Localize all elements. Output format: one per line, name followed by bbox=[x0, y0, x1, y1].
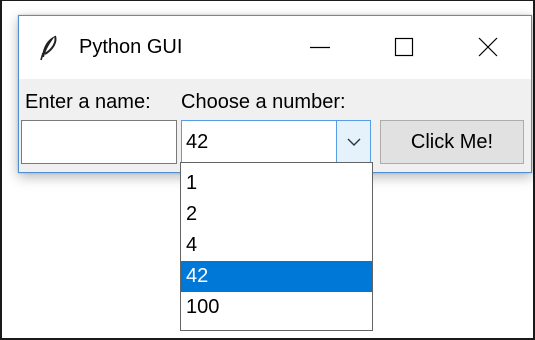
maximize-icon bbox=[394, 37, 414, 57]
dropdown-option[interactable]: 1 bbox=[181, 168, 372, 199]
dropdown-option[interactable]: 2 bbox=[181, 199, 372, 230]
close-button[interactable] bbox=[451, 16, 525, 79]
dropdown-option-selected[interactable]: 42 bbox=[181, 261, 372, 292]
name-input[interactable] bbox=[21, 120, 177, 164]
screenshot-frame: Python GUI Enter a name: Choose a number… bbox=[0, 0, 535, 340]
app-window: Python GUI Enter a name: Choose a number… bbox=[18, 15, 532, 173]
number-dropdown-list: 1 2 4 42 100 bbox=[180, 162, 373, 331]
name-label: Enter a name: bbox=[25, 91, 151, 113]
minimize-icon bbox=[310, 46, 330, 49]
combobox-value: 42 bbox=[186, 131, 209, 153]
click-me-button[interactable]: Click Me! bbox=[380, 120, 524, 164]
number-combobox[interactable]: 42 bbox=[181, 120, 371, 164]
title-bar[interactable]: Python GUI bbox=[19, 16, 531, 79]
minimize-button[interactable] bbox=[282, 16, 356, 79]
feather-icon bbox=[39, 35, 59, 61]
dropdown-option[interactable]: 4 bbox=[181, 230, 372, 261]
close-icon bbox=[478, 37, 498, 57]
chevron-down-icon bbox=[347, 138, 361, 146]
dropdown-option[interactable]: 100 bbox=[181, 292, 372, 323]
maximize-button[interactable] bbox=[367, 16, 441, 79]
combobox-dropdown-button[interactable] bbox=[336, 121, 370, 163]
number-label: Choose a number: bbox=[181, 91, 346, 113]
window-title: Python GUI bbox=[79, 36, 183, 58]
